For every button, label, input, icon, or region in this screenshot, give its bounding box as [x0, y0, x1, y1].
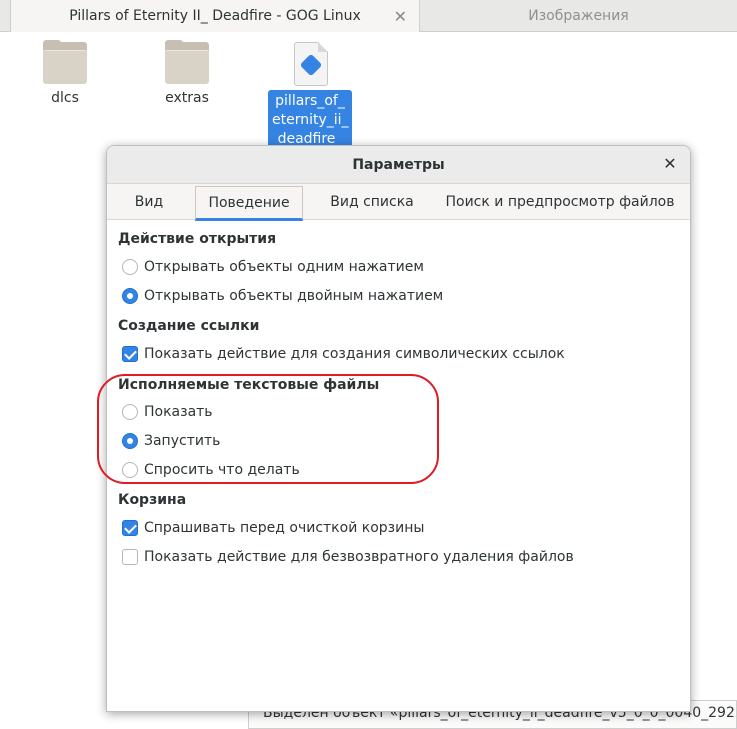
close-icon[interactable]: ✕ — [394, 7, 407, 26]
script-file-icon — [294, 42, 328, 86]
checkbox[interactable] — [122, 346, 138, 362]
annotation-highlight — [97, 374, 439, 484]
file-label-line: pillars_of_ — [275, 93, 345, 109]
radio-single-click[interactable]: Открывать объекты одним нажатием — [122, 259, 424, 275]
tab-images[interactable]: Изображения — [420, 0, 737, 32]
checkbox[interactable] — [122, 549, 138, 565]
tab-behavior[interactable]: Поведение — [195, 186, 303, 221]
folder-icon — [43, 40, 87, 84]
section-title-open-action: Действие открытия — [118, 231, 277, 247]
close-icon[interactable]: ✕ — [660, 154, 680, 174]
folder-dlcs[interactable]: dlcs — [40, 40, 90, 106]
file-label: extras — [165, 90, 209, 106]
section-title-link-creation: Создание ссылки — [118, 318, 260, 334]
radio-double-click[interactable]: Открывать объекты двойным нажатием — [122, 288, 443, 304]
checkbox-confirm-empty-trash[interactable]: Спрашивать перед очисткой корзины — [122, 520, 424, 536]
tab-pillars[interactable]: Pillars of Eternity II_ Deadfire - GOG L… — [10, 0, 420, 32]
tab-view[interactable]: Вид — [117, 184, 181, 219]
tab-search-preview[interactable]: Поиск и предпросмотр файлов — [443, 184, 677, 219]
radio-button[interactable] — [122, 259, 138, 275]
tab-bar: Pillars of Eternity II_ Deadfire - GOG L… — [0, 0, 737, 32]
option-label: Спрашивать перед очисткой корзины — [144, 520, 425, 536]
dialog-title: Параметры — [352, 156, 445, 173]
preferences-tabs: Вид Поведение Вид списка Поиск и предпро… — [107, 184, 690, 221]
tab-list-view[interactable]: Вид списка — [319, 184, 425, 219]
option-label: Открывать объекты одним нажатием — [144, 259, 424, 275]
option-label: Показать действие для безвозвратного уда… — [144, 549, 574, 565]
checkbox-show-permanent-delete[interactable]: Показать действие для безвозвратного уда… — [122, 549, 574, 565]
file-label-line: eternity_ii_ — [272, 112, 349, 128]
tab-label: Изображения — [528, 8, 629, 24]
folder-icon — [165, 40, 209, 84]
section-title-trash: Корзина — [118, 492, 187, 508]
file-pillars-installer[interactable]: pillars_of_ eternity_ii_ deadfire_ — [268, 42, 354, 151]
file-label-selected: pillars_of_ eternity_ii_ deadfire_ — [268, 90, 352, 151]
folder-extras[interactable]: extras — [160, 40, 214, 106]
option-label: Открывать объекты двойным нажатием — [144, 288, 444, 304]
option-label: Показать действие для создания символиче… — [144, 346, 565, 362]
dialog-header: Параметры ✕ — [107, 146, 690, 184]
radio-button[interactable] — [122, 288, 138, 304]
checkbox[interactable] — [122, 520, 138, 536]
tab-label: Pillars of Eternity II_ Deadfire - GOG L… — [69, 8, 361, 24]
file-label: dlcs — [51, 90, 79, 106]
checkbox-show-symlink-action[interactable]: Показать действие для создания символиче… — [122, 346, 565, 362]
